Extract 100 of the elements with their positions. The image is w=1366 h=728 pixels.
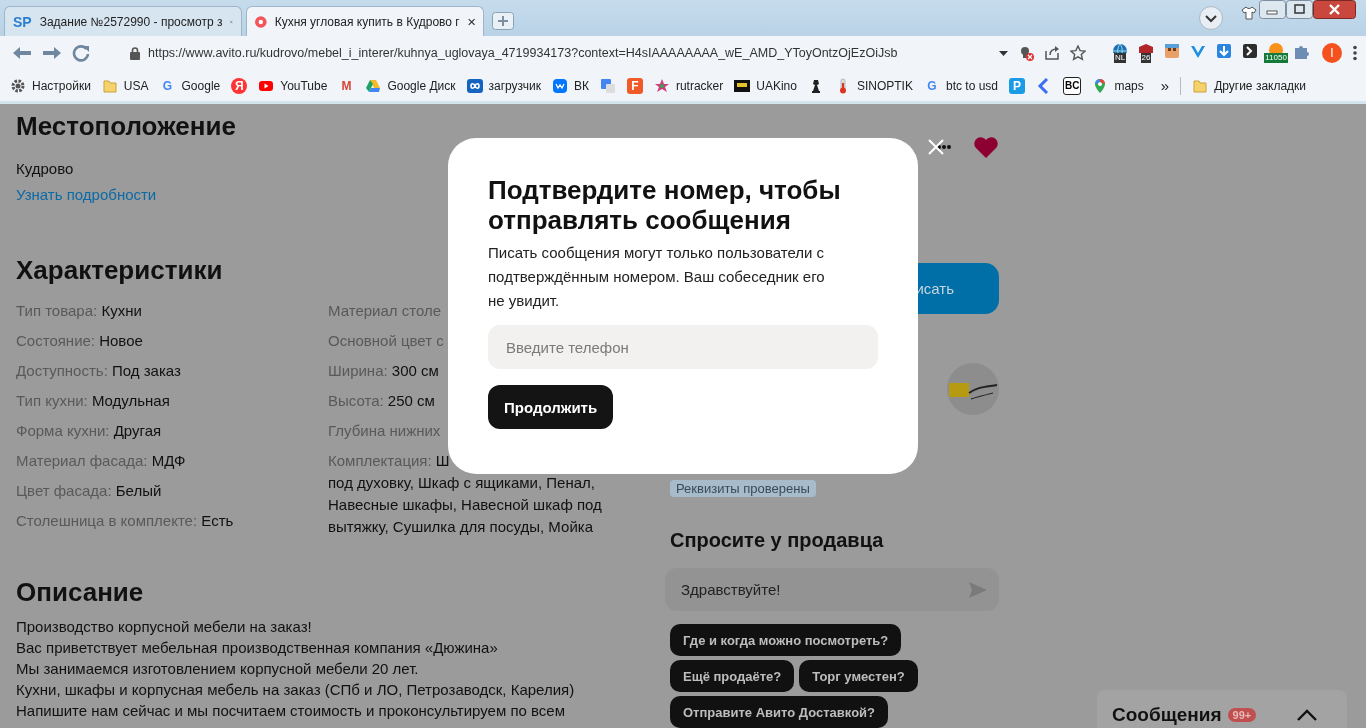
spec-item: Тип товара: Кухни: [16, 301, 142, 321]
location-text: Кудрово: [16, 159, 74, 179]
bookmark-icon[interactable]: BC: [1063, 76, 1082, 95]
dropdown-icon[interactable]: [1199, 6, 1223, 30]
dialog-text: Писать сообщения могут только пользователи с подтверждённым номером. Ваш собеседник его не увидит.: [488, 243, 826, 311]
tab-title: Задание №2572990 - просмотр з: [39, 14, 223, 29]
spec-item: Комплектация: Ш: [328, 451, 450, 471]
badge: 11050: [1264, 53, 1288, 63]
description-line: Напишите нам сейчас и мы посчитаем стоимость и проконсультируем по всем: [16, 701, 565, 721]
logo-icon: G: [923, 77, 940, 94]
section-heading: Местоположение: [16, 110, 236, 142]
description-line: Вас приветствует мебельная производственная компания «Дюжина»: [16, 638, 498, 658]
face-icon[interactable]: [1163, 43, 1181, 60]
count-badge: 99+: [1227, 708, 1257, 722]
bookmark[interactable]: YouTube: [258, 77, 328, 94]
chevron-icon[interactable]: [1241, 43, 1259, 60]
question-chip[interactable]: Отправите Авито Доставкой?: [670, 696, 889, 728]
bookmark-icon[interactable]: Я: [231, 77, 248, 94]
square-icon: [551, 77, 568, 94]
caret-icon[interactable]: [999, 50, 1008, 56]
message-field[interactable]: Здравствуйте!: [665, 568, 999, 611]
lock-icon: [130, 46, 140, 60]
triangle-icon: [365, 77, 382, 94]
reload-icon[interactable]: [72, 44, 90, 62]
section-heading: Характеристики: [16, 254, 223, 286]
spec-item: Материал фасада: МДФ: [16, 451, 186, 471]
close-icon[interactable]: [1313, 0, 1356, 19]
favicon-icon: SP: [13, 13, 32, 30]
film-icon: [734, 77, 751, 94]
bookmark[interactable]: G Google: [159, 77, 221, 94]
address-bar[interactable]: https://www.avito.ru/kudrovo/mebel_i_interer/kuhnya_uglovaya_4719934173?context=H4sIAAAAAAAA_wE_AMD_YToyOntzOjEzOiJsb: [100, 46, 989, 60]
browser-tab[interactable]: SP Задание №2572990 - просмотр з: [4, 6, 242, 36]
url-text: https://www.avito.ru/kudrovo/mebel_i_interer/kuhnya_uglovaya_4719934173?context=H4sIAAAAAAAA_wE_AMD_YToyOntzOjEzOiJsb: [148, 46, 898, 60]
bookmark[interactable]: Google Диск: [365, 77, 456, 94]
description-line: Кухни, шкафы и корпусная мебель на заказ (СПб и ЛО, Петрозаводск, Карелия): [16, 680, 575, 700]
spec-item: Столешница в комплекте: Есть: [16, 511, 234, 531]
heart-icon[interactable]: [973, 135, 999, 159]
forward-icon[interactable]: [42, 45, 62, 61]
folder-icon: [101, 77, 118, 94]
more-icon[interactable]: [937, 145, 951, 149]
verified-badge: Реквизиты проверены: [670, 480, 816, 497]
panel-title: Сообщения: [1112, 704, 1222, 726]
gear-icon: [10, 77, 26, 94]
bookmark[interactable]: rutracker: [653, 77, 724, 94]
bookmark[interactable]: Настройки: [10, 77, 91, 94]
bookmark-icon[interactable]: M: [338, 77, 355, 94]
bookmark[interactable]: Другие закладки: [1192, 77, 1307, 94]
spec-item: Глубина нижних: [328, 421, 441, 441]
question-chip[interactable]: Ещё продаёте?: [670, 660, 795, 692]
infinity-icon: [466, 77, 483, 94]
star-icon[interactable]: [1070, 45, 1086, 61]
new-tab-icon[interactable]: [492, 12, 514, 30]
spec-item: под духовку, Шкаф с ящиками, Пенал,: [328, 473, 595, 493]
close-icon[interactable]: [467, 16, 475, 27]
section-heading: Спросите у продавца: [670, 529, 884, 552]
section-heading: Описание: [16, 576, 144, 608]
favicon-icon: [255, 13, 267, 30]
description-line: Мы занимаемся изготовлением корпусной мебели 20 лет.: [16, 659, 419, 679]
continue-button[interactable]: Продолжить: [488, 385, 614, 429]
dialog-title: Подтвердите номер, чтобы отправлять сообщения: [488, 175, 842, 235]
minimize-icon[interactable]: [1259, 0, 1286, 19]
bookmark[interactable]: UAKino: [734, 77, 797, 94]
description-line: Производство корпусной мебели на заказ!: [16, 617, 312, 637]
bookmark[interactable]: maps: [1092, 77, 1144, 94]
maximize-icon[interactable]: [1286, 0, 1313, 19]
question-chip[interactable]: Торг уместен?: [799, 660, 918, 692]
bookmark[interactable]: SINOPTIK: [834, 77, 913, 94]
logo-icon: G: [159, 77, 176, 94]
check-icon[interactable]: [1189, 43, 1207, 60]
spec-item: Основной цвет с: [328, 331, 444, 351]
bookmark[interactable]: загрузчик: [466, 77, 541, 94]
spec-item: Цвет фасада: Белый: [16, 481, 162, 501]
star-icon: [653, 77, 670, 94]
phone-field[interactable]: Введите телефон: [488, 325, 878, 369]
badge: 26: [1140, 53, 1152, 63]
back-icon[interactable]: [12, 45, 32, 61]
share-icon[interactable]: [1044, 45, 1060, 61]
spec-item: Высота: 250 см: [328, 391, 435, 411]
bookmark[interactable]: ВК: [551, 77, 589, 94]
badge: NL: [1113, 53, 1127, 63]
question-chip[interactable]: Где и когда можно посмотреть?: [670, 624, 902, 656]
spec-item: Материал столе: [328, 301, 441, 321]
browser-tab[interactable]: Кухня угловая купить в Кудрово г: [246, 6, 484, 36]
spec-item: Состояние: Новое: [16, 331, 143, 351]
shirt-icon[interactable]: [1241, 6, 1257, 20]
bookmark[interactable]: G btc to usd: [923, 77, 998, 94]
spec-item: Тип кухни: Модульная: [16, 391, 170, 411]
chevron-icon[interactable]: [1297, 709, 1317, 721]
messages-panel[interactable]: Сообщения 99+: [1097, 690, 1347, 728]
bookmark[interactable]: USA: [101, 77, 149, 94]
shield-icon[interactable]: [1137, 43, 1155, 53]
download-icon[interactable]: [1215, 43, 1233, 60]
blocked-icon[interactable]: [1018, 45, 1034, 61]
more-button[interactable]: »: [1160, 77, 1170, 94]
spec-item: Доступность: Под заказ: [16, 361, 181, 381]
spec-item: Навесные шкафы, Навесной шкаф под: [328, 495, 602, 515]
menu-icon[interactable]: [1352, 45, 1358, 61]
folder-icon: [1192, 77, 1209, 94]
spec-item: вытяжку, Сушилка для посуды, Мойка: [328, 517, 593, 537]
puzzle-icon[interactable]: [1293, 43, 1311, 60]
